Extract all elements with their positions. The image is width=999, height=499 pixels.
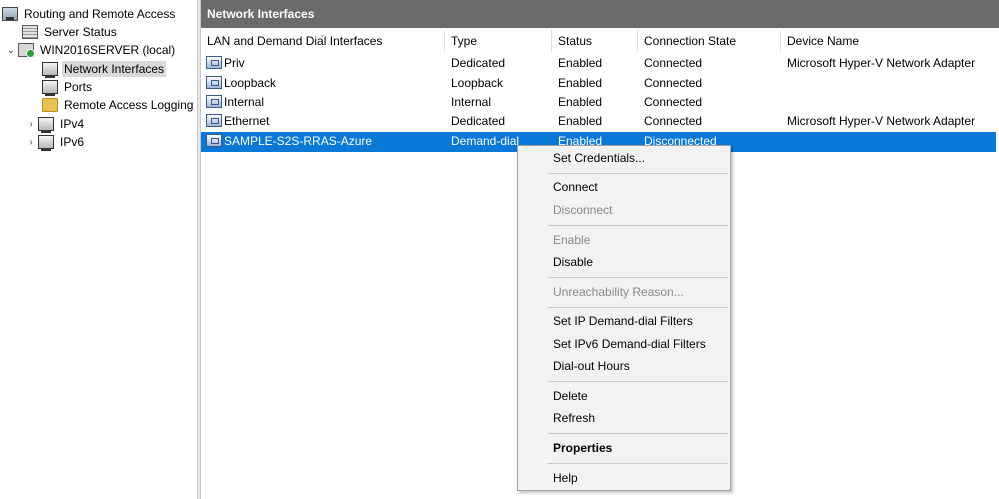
tree-item-label: Server Status xyxy=(44,25,117,39)
menu-item-set-ipv6-demand-dial-filters[interactable]: Set IPv6 Demand-dial Filters xyxy=(518,335,730,355)
menu-separator xyxy=(548,307,728,308)
tree-item-label: IPv6 xyxy=(60,135,85,149)
cell-name: Internal xyxy=(224,95,265,109)
column-header-status[interactable]: Status xyxy=(552,30,638,52)
cell-connection-state: Connected xyxy=(644,114,703,128)
cell-status: Enabled xyxy=(558,76,603,90)
menu-separator xyxy=(548,173,728,174)
server-local-icon xyxy=(18,43,35,58)
cell-name: Priv xyxy=(224,56,245,70)
network-interface-icon xyxy=(206,56,222,69)
column-header-name[interactable]: LAN and Demand Dial Interfaces ⌄ xyxy=(201,30,445,52)
table-row[interactable]: Loopback Loopback Enabled Connected xyxy=(201,74,996,94)
network-interfaces-icon xyxy=(42,62,58,78)
cell-status: Enabled xyxy=(558,56,603,70)
cell-type: Internal xyxy=(451,95,492,109)
network-interface-icon xyxy=(206,114,222,127)
column-header-label: Device Name xyxy=(787,34,860,48)
tree-item-server-status[interactable]: Server Status xyxy=(22,23,119,41)
tree-item-ipv4[interactable]: › IPv4 xyxy=(24,115,86,133)
cell-device-name: Microsoft Hyper-V Network Adapter xyxy=(787,114,976,128)
tree-item-ports[interactable]: Ports xyxy=(42,78,94,96)
column-header-connection-state[interactable]: Connection State xyxy=(638,30,781,52)
tree-item-label: Ports xyxy=(64,80,93,94)
table-row[interactable]: Ethernet Dedicated Enabled Connected Mic… xyxy=(201,112,996,132)
tree-item-label: Remote Access Logging xyxy=(64,98,194,112)
cell-type: Dedicated xyxy=(451,56,506,70)
column-header-device-name[interactable]: Device Name xyxy=(781,30,999,52)
menu-item-unreachability-reason: Unreachability Reason... xyxy=(553,285,684,299)
console-tree: Routing and Remote Access Server Status … xyxy=(0,0,197,499)
cell-type: Loopback xyxy=(451,76,504,90)
ipv4-icon xyxy=(38,117,54,133)
cell-status: Enabled xyxy=(558,95,603,109)
context-menu: Set Credentials... Connect Disconnect En… xyxy=(517,145,731,491)
server-status-icon xyxy=(22,25,38,39)
cell-name: Loopback xyxy=(224,76,277,90)
folder-icon xyxy=(42,98,58,112)
tree-item-rras-root[interactable]: Routing and Remote Access xyxy=(2,5,177,23)
rras-icon xyxy=(2,7,18,21)
menu-item-delete[interactable]: Delete xyxy=(518,387,730,407)
cell-connection-state: Connected xyxy=(644,76,703,90)
menu-separator xyxy=(548,433,728,434)
tree-item-label: IPv4 xyxy=(60,117,85,131)
menu-item-dial-out-hours[interactable]: Dial-out Hours xyxy=(518,357,730,377)
menu-item-set-ip-demand-dial-filters[interactable]: Set IP Demand-dial Filters xyxy=(518,312,730,332)
chevron-down-icon[interactable]: ⌄ xyxy=(4,45,18,56)
sort-indicator-icon: ⌄ xyxy=(319,30,326,39)
demand-dial-interface-icon xyxy=(206,134,222,147)
tree-item-network-interfaces[interactable]: Network Interfaces xyxy=(42,60,167,78)
cell-device-name: Microsoft Hyper-V Network Adapter xyxy=(787,56,976,70)
column-header-label: Status xyxy=(558,34,593,48)
menu-item-set-credentials[interactable]: Set Credentials... xyxy=(518,149,730,169)
tree-item-ipv6[interactable]: › IPv6 xyxy=(24,133,86,151)
menu-item-enable: Enable xyxy=(553,233,591,247)
menu-item-disconnect: Disconnect xyxy=(553,203,613,217)
tree-item-label: Network Interfaces xyxy=(62,61,167,77)
cell-type: Dedicated xyxy=(451,114,506,128)
ports-icon xyxy=(42,80,58,96)
pane-title: Network Interfaces xyxy=(201,0,999,28)
cell-connection-state: Connected xyxy=(644,56,703,70)
menu-separator xyxy=(548,463,728,464)
menu-separator xyxy=(548,277,728,278)
cell-type: Demand-dial xyxy=(451,134,520,148)
menu-item-properties[interactable]: Properties xyxy=(518,439,730,459)
column-header-label: Connection State xyxy=(644,34,737,48)
cell-name: SAMPLE-S2S-RRAS-Azure xyxy=(224,134,373,148)
column-header-label: Type xyxy=(451,34,478,48)
menu-item-connect[interactable]: Connect xyxy=(518,178,730,198)
table-row[interactable]: Priv Dedicated Enabled Connected Microso… xyxy=(201,54,996,74)
menu-separator xyxy=(548,225,728,226)
chevron-right-icon[interactable]: › xyxy=(24,119,38,130)
cell-status: Enabled xyxy=(558,114,603,128)
network-interface-icon xyxy=(206,95,222,108)
column-header-label: LAN and Demand Dial Interfaces xyxy=(207,34,383,48)
tree-item-server[interactable]: ⌄ WIN2016SERVER (local) xyxy=(4,41,177,59)
tree-item-remote-access-logging[interactable]: Remote Access Logging xyxy=(42,96,195,114)
cell-name: Ethernet xyxy=(224,114,270,128)
menu-item-refresh[interactable]: Refresh xyxy=(518,409,730,429)
ipv6-icon xyxy=(38,135,54,151)
menu-item-help[interactable]: Help xyxy=(518,469,730,489)
network-interface-icon xyxy=(206,76,222,89)
menu-separator xyxy=(548,381,728,382)
tree-item-label: Routing and Remote Access xyxy=(24,7,176,21)
tree-item-label: WIN2016SERVER (local) xyxy=(40,43,176,57)
table-row[interactable]: Internal Internal Enabled Connected xyxy=(201,93,996,113)
chevron-right-icon[interactable]: › xyxy=(24,137,38,148)
menu-item-disable[interactable]: Disable xyxy=(518,253,730,273)
column-header-type[interactable]: Type xyxy=(445,30,552,52)
cell-connection-state: Connected xyxy=(644,95,703,109)
